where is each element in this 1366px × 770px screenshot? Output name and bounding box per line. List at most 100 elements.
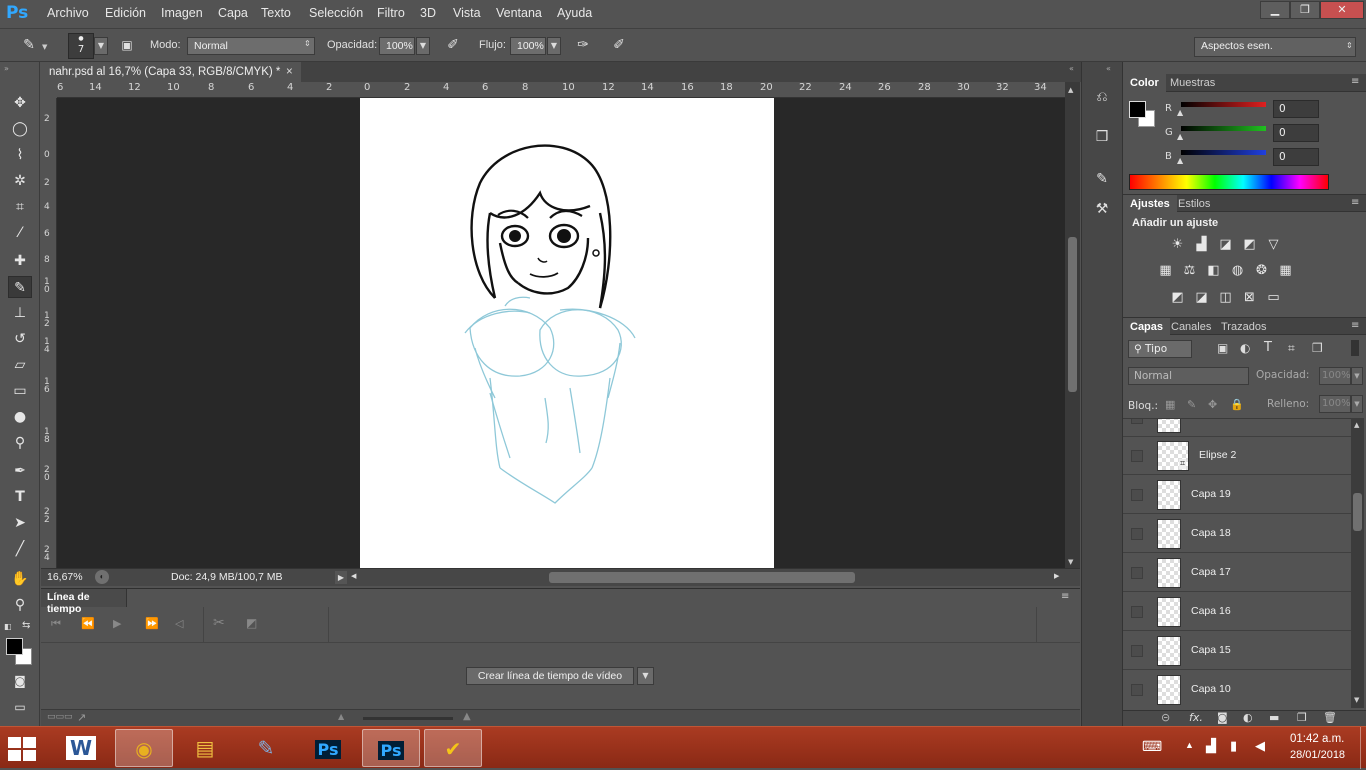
chrome-taskbar-icon[interactable]: ◉ bbox=[115, 729, 173, 767]
photoshop-active-taskbar-icon[interactable]: Ps bbox=[362, 729, 420, 767]
visibility-toggle[interactable] bbox=[1131, 606, 1143, 618]
layer-opacity-input[interactable]: 100% bbox=[1319, 367, 1351, 385]
lock-position-icon[interactable]: ✥ bbox=[1208, 398, 1217, 411]
swap-colors-icon[interactable]: ⇆ bbox=[22, 620, 30, 631]
minimize-button[interactable]: ▁ bbox=[1260, 1, 1290, 19]
tab-estilos[interactable]: Estilos bbox=[1178, 198, 1210, 210]
magic-wand-tool-icon[interactable]: ✲ bbox=[8, 170, 32, 192]
brightness-contrast-icon[interactable]: ☀ bbox=[1169, 236, 1186, 253]
quick-mask-icon[interactable]: ◙ bbox=[8, 670, 32, 692]
share-icon[interactable]: ◐ bbox=[95, 570, 109, 584]
visibility-toggle[interactable] bbox=[1131, 419, 1143, 424]
eyedropper-tool-icon[interactable]: ⁄ bbox=[8, 222, 32, 244]
create-video-timeline-button[interactable]: Crear línea de tiempo de vídeo bbox=[466, 667, 634, 685]
path-selection-tool-icon[interactable]: ➤ bbox=[8, 512, 32, 534]
posterize-icon[interactable]: ◪ bbox=[1193, 289, 1210, 306]
horizontal-scroll-thumb[interactable] bbox=[549, 572, 855, 583]
filter-toggle[interactable] bbox=[1351, 340, 1359, 356]
menu-3d[interactable]: 3D bbox=[420, 6, 436, 20]
stamp-tool-icon[interactable]: ⊥ bbox=[8, 302, 32, 324]
fx-icon[interactable]: fx. bbox=[1189, 711, 1203, 724]
gradient-tool-icon[interactable]: ▭ bbox=[8, 380, 32, 402]
layer-row[interactable]: Capa 10 bbox=[1123, 671, 1351, 708]
zoom-out-icon[interactable]: ▲ bbox=[338, 712, 344, 721]
ruler-top[interactable]: 6 14 12 10 8 6 4 2 0 2 4 6 8 10 12 14 16… bbox=[57, 82, 1065, 98]
show-desktop-button[interactable] bbox=[1360, 727, 1366, 769]
pressure-opacity-icon[interactable]: ✐ bbox=[442, 34, 464, 56]
fill-dropdown[interactable]: ▼ bbox=[1351, 395, 1363, 413]
menu-texto[interactable]: Texto bbox=[261, 6, 291, 20]
eraser-tool-icon[interactable]: ▱ bbox=[8, 354, 32, 376]
history-icon[interactable]: ⎌ bbox=[1091, 86, 1113, 108]
foreground-color-swatch[interactable] bbox=[1129, 101, 1146, 118]
scroll-right-icon[interactable]: ▶ bbox=[1054, 572, 1059, 580]
collapse-icon[interactable]: « bbox=[1069, 64, 1074, 73]
channel-mixer-icon[interactable]: ❂ bbox=[1253, 262, 1270, 279]
color-lookup-icon[interactable]: ▦ bbox=[1277, 262, 1294, 279]
foreground-color-swatch[interactable] bbox=[6, 638, 23, 655]
curves-icon[interactable]: ◪ bbox=[1217, 236, 1234, 253]
clock-date[interactable]: 28/01/2018 bbox=[1290, 749, 1345, 761]
close-tab-icon[interactable]: × bbox=[286, 62, 293, 82]
channel-r-input[interactable]: 0 bbox=[1273, 100, 1319, 118]
color-balance-icon[interactable]: ⚖ bbox=[1181, 262, 1198, 279]
restore-button[interactable]: ❐ bbox=[1290, 1, 1320, 19]
slider-thumb-icon[interactable]: ▲ bbox=[1177, 132, 1183, 141]
lock-all-icon[interactable]: 🔒 bbox=[1230, 398, 1244, 411]
play-icon[interactable]: ▶ bbox=[113, 617, 121, 630]
prev-frame-icon[interactable]: ⏪ bbox=[81, 617, 95, 630]
ruler-origin[interactable] bbox=[41, 82, 57, 98]
marquee-tool-icon[interactable]: ◯ bbox=[8, 118, 32, 140]
status-menu-icon[interactable]: ▶ bbox=[335, 571, 347, 584]
layer-opacity-dropdown[interactable]: ▼ bbox=[1351, 367, 1363, 385]
vertical-scrollbar[interactable]: ▲ ▼ bbox=[1065, 82, 1080, 568]
tab-capas[interactable]: Capas bbox=[1123, 318, 1171, 335]
brush-tool-icon[interactable]: ✎ bbox=[8, 276, 32, 298]
opacity-dropdown[interactable]: ▼ bbox=[416, 37, 430, 55]
render-icon[interactable]: ↗ bbox=[77, 711, 86, 724]
flow-input[interactable]: 100% bbox=[510, 37, 546, 55]
layer-row[interactable]: Capa 17 bbox=[1123, 554, 1351, 592]
next-frame-icon[interactable]: ⏩ bbox=[145, 617, 159, 630]
timeline-type-dropdown[interactable]: ▼ bbox=[637, 667, 654, 685]
brush-size-picker[interactable]: ● 7 bbox=[68, 33, 94, 59]
menu-ayuda[interactable]: Ayuda bbox=[557, 6, 592, 20]
keyboard-icon[interactable]: ⌨ bbox=[1142, 738, 1162, 755]
tab-ajustes[interactable]: Ajustes bbox=[1123, 195, 1177, 212]
selective-color-icon[interactable]: ⊠ bbox=[1241, 289, 1258, 306]
canvas-area[interactable] bbox=[57, 98, 1065, 568]
crop-tool-icon[interactable]: ⌗ bbox=[8, 196, 32, 218]
split-icon[interactable]: ✂ bbox=[213, 615, 225, 631]
visibility-toggle[interactable] bbox=[1131, 567, 1143, 579]
vibrance-icon[interactable]: ▽ bbox=[1265, 236, 1282, 253]
layer-row-partial[interactable] bbox=[1123, 419, 1351, 437]
frame-mode-icon[interactable]: ▭▭▭ bbox=[47, 712, 73, 722]
menu-ventana[interactable]: Ventana bbox=[496, 6, 542, 20]
lock-image-icon[interactable]: ✎ bbox=[1187, 398, 1196, 411]
new-layer-icon[interactable]: ❐ bbox=[1297, 711, 1307, 724]
visibility-toggle[interactable] bbox=[1131, 489, 1143, 501]
menu-capa[interactable]: Capa bbox=[218, 6, 248, 20]
blur-tool-icon[interactable]: ● bbox=[8, 406, 32, 428]
gradient-map-icon[interactable]: ▭ bbox=[1265, 289, 1282, 306]
exposure-icon[interactable]: ◩ bbox=[1241, 236, 1258, 253]
show-hidden-icons[interactable]: ▲ bbox=[1185, 740, 1194, 750]
battery-icon[interactable]: ▮ bbox=[1230, 738, 1237, 754]
brush-panel-toggle-icon[interactable]: ▣ bbox=[116, 34, 138, 56]
channel-b-slider[interactable] bbox=[1181, 150, 1266, 155]
zoom-in-icon[interactable]: ▲ bbox=[463, 711, 471, 722]
menu-vista[interactable]: Vista bbox=[453, 6, 481, 20]
zoom-slider[interactable] bbox=[363, 717, 453, 720]
color-spectrum-bar[interactable] bbox=[1129, 174, 1329, 190]
document-tab[interactable]: nahr.psd al 16,7% (Capa 33, RGB/8/CMYK) … bbox=[41, 62, 301, 82]
photo-filter-icon[interactable]: ◍ bbox=[1229, 262, 1246, 279]
brush-preset-icon[interactable]: ✎ bbox=[18, 34, 40, 56]
tab-canales[interactable]: Canales bbox=[1171, 321, 1211, 333]
airbrush-icon[interactable]: ✑ bbox=[572, 34, 594, 56]
lock-transparency-icon[interactable]: ▦ bbox=[1165, 398, 1175, 411]
invert-icon[interactable]: ◩ bbox=[1169, 289, 1186, 306]
word-taskbar-icon[interactable]: W bbox=[52, 729, 110, 767]
tab-trazados[interactable]: Trazados bbox=[1221, 321, 1266, 333]
tab-muestras[interactable]: Muestras bbox=[1170, 77, 1215, 89]
layer-filter-select[interactable]: ⚲ Tipo bbox=[1128, 340, 1192, 358]
